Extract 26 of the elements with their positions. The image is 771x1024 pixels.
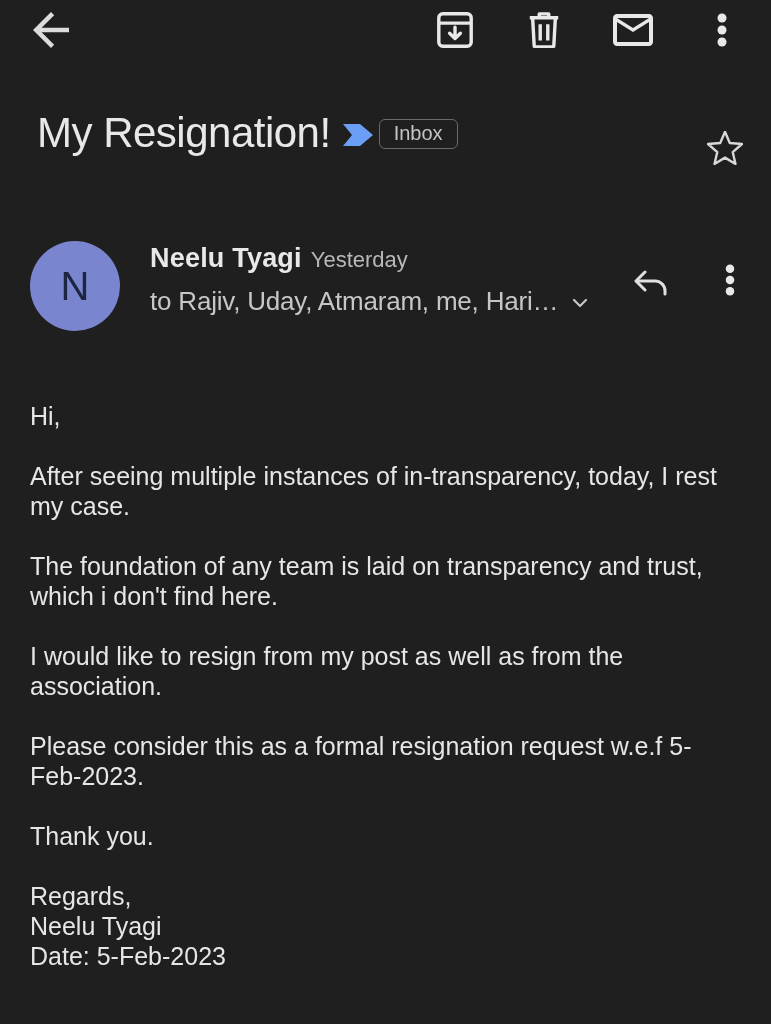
inbox-label[interactable]: Inbox <box>378 119 458 149</box>
body-paragraph: After seeing multiple instances of in-transparency, today, I rest my case. <box>30 461 718 521</box>
recipients-list: to Rajiv, Uday, Atmaram, me, Hari… <box>150 286 559 316</box>
chevron-down-icon <box>572 297 589 308</box>
more-options-icon <box>725 264 735 296</box>
mail-icon <box>613 14 653 46</box>
reply-icon <box>634 270 668 296</box>
more-options-icon <box>717 13 727 47</box>
body-paragraph: I would like to resign from my post as well as from the association. <box>30 641 625 701</box>
sender-avatar: N <box>30 241 120 331</box>
email-subject: My Resignation! <box>37 108 331 158</box>
trash-icon <box>528 12 560 48</box>
signature-line: Neelu Tyagi <box>30 911 163 941</box>
archive-icon <box>437 12 473 48</box>
star-button[interactable] <box>705 128 745 168</box>
sent-time: Yesterday <box>310 246 408 274</box>
body-paragraph: Please consider this as a formal resignation request w.e.f 5-Feb-2023. <box>30 731 693 791</box>
body-paragraph: Thank you. <box>30 821 155 851</box>
signature-line: Date: 5-Feb-2023 <box>30 941 227 971</box>
star-outline-icon <box>707 131 743 165</box>
expand-details-button[interactable] <box>572 297 589 308</box>
sender-name: Neelu Tyagi <box>150 243 302 273</box>
body-paragraph: The foundation of any team is laid on transparency and trust, which i don't find here. <box>30 551 704 611</box>
greeting-text: Hi, <box>30 401 62 431</box>
signature-line: Regards, <box>30 881 133 911</box>
back-arrow-icon <box>33 12 69 48</box>
